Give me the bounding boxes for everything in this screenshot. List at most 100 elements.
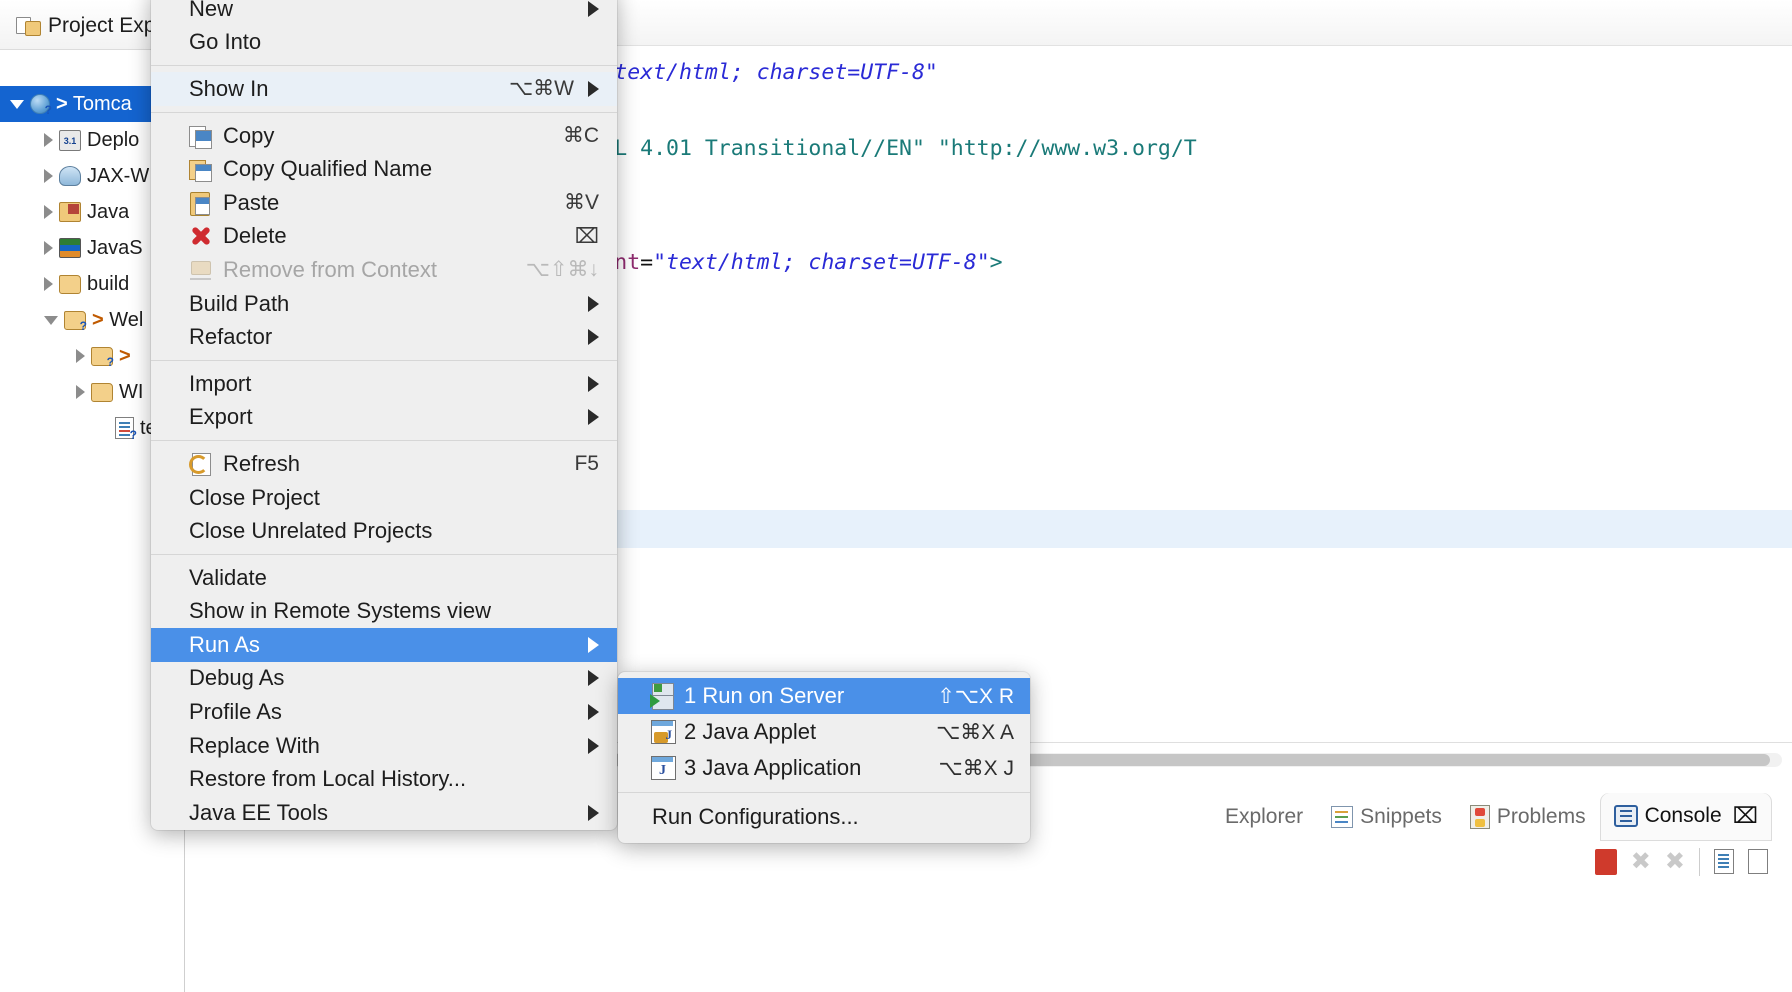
context-menu[interactable]: New Go Into Show In⌥⌘W Copy⌘C Copy Qualified… (151, 0, 617, 830)
menu-item-label: Close Unrelated Projects (189, 518, 599, 544)
copy-qualified-name-icon (189, 157, 213, 181)
remove-from-context-icon (189, 258, 213, 282)
folder-question-icon (64, 311, 86, 330)
tree-item-label: WI (119, 381, 143, 404)
jsp-file-icon (115, 417, 134, 439)
menu-item-shortcut: ⌧ (575, 224, 599, 249)
menu-item-replace-with[interactable]: Replace With (151, 729, 617, 763)
menu-item-shortcut: ⌥⇧⌘↓ (526, 257, 599, 282)
view-tab-label: Explorer (1225, 805, 1303, 829)
view-tab-problems[interactable]: Problems (1456, 795, 1600, 841)
menu-item-profile-as[interactable]: Profile As (151, 695, 617, 729)
view-tab-snippets[interactable]: Snippets (1317, 795, 1456, 841)
menu-item-debug-as[interactable]: Debug As (151, 662, 617, 696)
submenu-item-1-run-on-server[interactable]: 1 Run on Server⇧⌥X R (618, 678, 1030, 714)
submenu-arrow-icon (588, 738, 599, 754)
menu-item-run-as[interactable]: Run As (151, 628, 617, 662)
menu-separator (151, 65, 617, 66)
chevron-right-icon[interactable] (44, 169, 53, 183)
menu-item-delete[interactable]: Delete⌧ (151, 220, 617, 254)
chevron-right-icon[interactable] (44, 277, 53, 291)
close-icon[interactable]: ⌧ (1733, 803, 1758, 829)
menu-item-label: Validate (189, 565, 599, 591)
menu-item-show-in[interactable]: Show In⌥⌘W (151, 72, 617, 106)
submenu-item-run-configurations[interactable]: Run Configurations... (618, 799, 1030, 835)
menu-item-label: Refresh (223, 451, 556, 477)
menu-item-paste[interactable]: Paste⌘V (151, 186, 617, 220)
menu-item-label: Java EE Tools (189, 800, 574, 826)
run-as-submenu[interactable]: 1 Run on Server⇧⌥X RJ2 Java Applet⌥⌘X AJ… (618, 672, 1030, 843)
dynamic-web-project-icon: ? (30, 94, 50, 114)
chevron-down-icon[interactable] (44, 316, 58, 325)
delete-icon (189, 224, 213, 248)
tab-project-explorer-label: Project Exp (48, 14, 155, 38)
javascript-resources-icon (59, 238, 81, 258)
scroll-lock-icon[interactable] (1748, 849, 1768, 874)
menu-item-refresh[interactable]: Refresh F5 (151, 447, 617, 481)
menu-item-refactor[interactable]: Refactor (151, 320, 617, 354)
menu-item-show-in-remote-systems-view[interactable]: Show in Remote Systems view (151, 595, 617, 629)
chevron-right-icon[interactable] (44, 205, 53, 219)
menu-item-close-unrelated-projects[interactable]: Close Unrelated Projects (151, 514, 617, 548)
submenu-item-shortcut: ⇧⌥X R (937, 684, 1014, 709)
menu-item-close-project[interactable]: Close Project (151, 481, 617, 515)
menu-item-validate[interactable]: Validate (151, 561, 617, 595)
console-icon (1614, 805, 1638, 827)
remove-launch-icon[interactable]: ✖ (1665, 847, 1685, 876)
stop-icon[interactable] (1595, 849, 1617, 875)
problems-icon (1470, 805, 1490, 829)
menu-item-java-ee-tools[interactable]: Java EE Tools (151, 796, 617, 830)
view-tab-label: Console (1645, 804, 1722, 828)
console-toolbar: ✖ ✖ (1595, 847, 1768, 876)
view-tabs-container: Explorer SnippetsProblems Console ⌧ (1211, 793, 1772, 841)
paste-icon (189, 191, 213, 215)
chevron-down-icon[interactable] (10, 100, 24, 109)
submenu-item-3-java-application[interactable]: J 3 Java Application ⌥⌘X J (618, 750, 1030, 786)
submenu-arrow-icon (588, 409, 599, 425)
clear-console-icon[interactable] (1714, 849, 1734, 874)
java-application-icon: J (650, 755, 676, 781)
submenu-arrow-icon (588, 81, 599, 97)
run-on-server-icon (650, 683, 676, 709)
menu-item-label: New (189, 0, 574, 22)
chevron-right-icon[interactable] (44, 133, 53, 147)
snippets-icon (1331, 806, 1353, 828)
tree-item-label: JavaS (87, 237, 143, 260)
tree-item-label: > Tomca (56, 93, 132, 116)
menu-item-new[interactable]: New (151, 0, 617, 26)
menu-item-restore-from-local-history[interactable]: Restore from Local History... (151, 762, 617, 796)
terminate-all-icon[interactable]: ✖ (1631, 847, 1651, 876)
submenu-item-label: 2 Java Applet (684, 719, 926, 745)
menu-item-label: Run As (189, 632, 574, 658)
chevron-right-icon[interactable] (76, 349, 85, 363)
menu-item-label: Copy Qualified Name (223, 156, 599, 182)
menu-item-copy-qualified-name[interactable]: Copy Qualified Name (151, 152, 617, 186)
submenu-arrow-icon (588, 296, 599, 312)
chevron-right-icon[interactable] (44, 241, 53, 255)
view-tab-console[interactable]: Console ⌧ (1600, 793, 1772, 841)
menu-item-label: Remove from Context (223, 257, 508, 283)
submenu-arrow-icon (588, 1, 599, 17)
menu-item-copy[interactable]: Copy⌘C (151, 119, 617, 153)
menu-item-label: Show In (189, 76, 491, 102)
menu-item-build-path[interactable]: Build Path (151, 287, 617, 321)
menu-item-go-into[interactable]: Go Into (151, 26, 617, 60)
menu-item-shortcut: F5 (574, 452, 599, 476)
submenu-item-label: 3 Java Application (684, 755, 928, 781)
java-resources-icon (59, 202, 81, 222)
menu-separator (151, 554, 617, 555)
tree-item-label: > (119, 345, 131, 368)
submenu-separator (618, 792, 1030, 793)
code-token: "text/html; charset=UTF-8" (653, 250, 990, 275)
chevron-right-icon[interactable] (76, 385, 85, 399)
submenu-item-2-java-applet[interactable]: J2 Java Applet⌥⌘X A (618, 714, 1030, 750)
menu-item-import[interactable]: Import (151, 367, 617, 401)
tree-item-label: Java (87, 201, 129, 224)
menu-item-label: Close Project (189, 485, 599, 511)
view-tab-explorer[interactable]: Explorer (1211, 795, 1317, 841)
submenu-arrow-icon (588, 637, 599, 653)
menu-separator (151, 112, 617, 113)
menu-item-export[interactable]: Export (151, 401, 617, 435)
submenu-item-shortcut: ⌥⌘X J (938, 756, 1014, 781)
menu-item-shortcut: ⌘C (563, 123, 599, 148)
